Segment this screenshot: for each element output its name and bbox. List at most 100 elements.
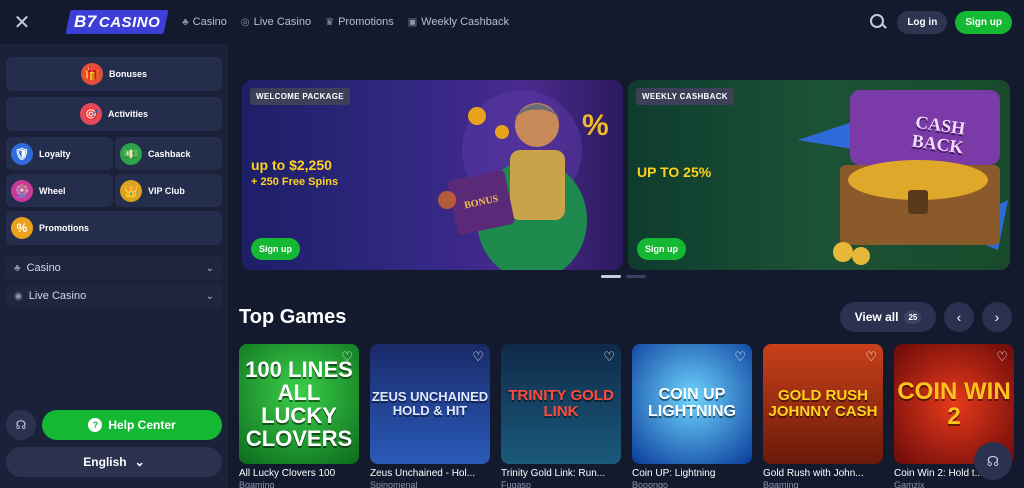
logo-number: B7 [74, 12, 97, 31]
games-count-badge: 25 [904, 310, 922, 324]
sidebar-item-label: Live Casino [28, 290, 87, 302]
game-card[interactable]: TRINITY GOLD LINK ♡ Trinity Gold Link: R… [501, 344, 621, 488]
game-thumbnail[interactable]: TRINITY GOLD LINK ♡ [501, 344, 621, 464]
chevron-left-icon: ‹ [956, 309, 962, 325]
nav-casino[interactable]: ♣ Casino [182, 16, 227, 28]
nav-weekly-cashback[interactable]: ▣ Weekly Cashback [408, 16, 509, 28]
game-thumbnail[interactable]: 100 LINES ALL LUCKY CLOVERS ♡ [239, 344, 359, 464]
sidebar-item-label: Promotions [39, 223, 90, 233]
sidebar-item-loyalty[interactable]: 🛡 Loyalty [6, 137, 113, 170]
nav-promotions[interactable]: ♛ Promotions [325, 16, 394, 28]
nav-label: Casino [192, 16, 227, 28]
nav-label: Weekly Cashback [421, 16, 510, 28]
close-menu-button[interactable]: ✕ [0, 0, 44, 44]
game-art-title: ZEUS UNCHAINED HOLD & HIT [371, 389, 489, 418]
close-icon: ✕ [13, 11, 31, 34]
nav-label: Live Casino [253, 16, 312, 28]
next-arrow-button[interactable]: › [982, 302, 1012, 332]
sidebar-accordion-live-casino[interactable]: ◉ Live Casino ⌄ [6, 284, 222, 308]
game-name: Gold Rush with John... [763, 468, 864, 479]
target-icon: 🎯 [79, 103, 102, 125]
game-art-title: COIN WIN 2 [897, 377, 1011, 430]
sidebar-item-promotions[interactable]: % Promotions [6, 211, 222, 245]
game-art-title: COIN UP LIGHTNING [648, 386, 736, 420]
sidebar-accordion-casino[interactable]: ♣ Casino ⌄ [6, 256, 222, 280]
section-title: Top Games [239, 306, 347, 328]
sidebar-item-label: Bonuses [108, 69, 147, 79]
sidebar-item-bonuses[interactable]: 🎁 Bonuses [6, 57, 222, 91]
banner-weekly-cashback[interactable]: CASH BACK WEEKLY CASHBACK UP TO 25% Sign… [628, 80, 1010, 270]
banner-signup-button[interactable]: Sign up [251, 238, 300, 260]
cherries-icon: ♣ [14, 262, 21, 274]
sidebar-item-activities[interactable]: 🎯 Activities [6, 97, 222, 131]
game-art-title: TRINITY GOLD LINK [508, 387, 614, 420]
carousel-dot[interactable] [626, 275, 646, 278]
svg-text:%: % [582, 109, 609, 142]
view-all-label: View all [854, 310, 899, 324]
help-center-label: Help Center [108, 418, 176, 432]
sidebar-item-label: Cashback [148, 148, 191, 159]
sidebar-item-wheel[interactable]: 🎡 Wheel [6, 174, 113, 207]
gift-icon: ▣ [407, 16, 418, 28]
language-select[interactable]: English ⌄ [6, 447, 222, 477]
crown-icon: 👑 [120, 179, 142, 202]
live-icon: ◉ [14, 290, 23, 302]
game-name: Zeus Unchained - Hol... [370, 468, 476, 479]
game-card[interactable]: 100 LINES ALL LUCKY CLOVERS ♡ All Lucky … [239, 344, 359, 488]
sidebar-item-cashback[interactable]: 💵 Cashback [115, 137, 222, 170]
nav-live-casino[interactable]: ◎ Live Casino [241, 16, 311, 28]
support-button[interactable]: ☊ [6, 410, 36, 440]
heart-icon[interactable]: ♡ [341, 349, 353, 365]
game-provider: Fugaso [501, 480, 532, 488]
headset-icon: ☊ [986, 452, 1000, 469]
sidebar-item-label: Casino [26, 262, 61, 274]
prev-arrow-button[interactable]: ‹ [944, 302, 974, 332]
game-name: All Lucky Clovers 100 [239, 468, 336, 479]
carousel-dot-active[interactable] [601, 275, 621, 278]
heart-icon[interactable]: ♡ [603, 349, 615, 365]
heart-icon[interactable]: ♡ [865, 349, 877, 365]
login-button[interactable]: Log in [897, 11, 948, 34]
game-thumbnail[interactable]: ZEUS UNCHAINED HOLD & HIT ♡ [370, 344, 490, 464]
banner-welcome-package[interactable]: BONUS % WELCOME PACKAGE up to $2,250 + 2… [242, 80, 623, 270]
sidebar-item-label: VIP Club [148, 185, 185, 196]
game-card[interactable]: GOLD RUSH JOHNNY CASH ♡ Gold Rush with J… [763, 344, 883, 488]
cherries-icon: ♣ [182, 16, 189, 28]
game-name: Trinity Gold Link: Run... [501, 468, 606, 479]
heart-icon[interactable]: ♡ [996, 349, 1008, 365]
main-nav: ♣ Casino ◎ Live Casino ♛ Promotions ▣ Weekly… [182, 16, 509, 28]
help-center-button[interactable]: ? Help Center [42, 410, 222, 440]
banner-subtitle: + 250 Free Spins [251, 176, 339, 188]
view-all-button[interactable]: View all 25 [840, 302, 936, 332]
chevron-right-icon: › [994, 309, 1000, 325]
sidebar-item-label: Wheel [39, 185, 66, 196]
live-chat-button[interactable]: ☊ [974, 442, 1012, 480]
percent-icon: % [11, 217, 33, 239]
headset-icon: ☊ [15, 418, 27, 432]
banner-signup-button[interactable]: Sign up [637, 238, 686, 260]
game-thumbnail[interactable]: GOLD RUSH JOHNNY CASH ♡ [763, 344, 883, 464]
shield-icon: 🛡 [11, 142, 33, 165]
question-icon: ? [88, 418, 103, 432]
signup-button[interactable]: Sign up [955, 11, 1012, 34]
game-provider: Gamzix [894, 480, 925, 488]
game-card[interactable]: ZEUS UNCHAINED HOLD & HIT ♡ Zeus Unchain… [370, 344, 490, 488]
game-provider: Bgaming [239, 480, 275, 488]
game-card[interactable]: COIN UP LIGHTNING ♡ Coin UP: Lightning B… [632, 344, 752, 488]
game-thumbnail[interactable]: COIN UP LIGHTNING ♡ [632, 344, 752, 464]
warrior-illustration: BONUS % [438, 90, 609, 270]
chevron-down-icon: ⌄ [205, 290, 214, 302]
heart-icon[interactable]: ♡ [734, 349, 746, 365]
banner-title: up to $2,250 [251, 157, 332, 173]
money-icon: 💵 [120, 142, 142, 165]
chevron-down-icon: ⌄ [205, 262, 214, 274]
chevron-down-icon: ⌄ [134, 455, 145, 469]
live-icon: ◎ [240, 16, 250, 28]
search-icon[interactable] [867, 12, 889, 34]
logo-text: CASINO [98, 13, 161, 31]
heart-icon[interactable]: ♡ [472, 349, 484, 365]
sidebar-item-vip-club[interactable]: 👑 VIP Club [115, 174, 222, 207]
main-content: BONUS % WELCOME PACKAGE up to $2,250 + 2… [228, 44, 1024, 488]
wheel-icon: 🎡 [11, 179, 33, 202]
site-logo[interactable]: B7 CASINO [65, 10, 169, 34]
